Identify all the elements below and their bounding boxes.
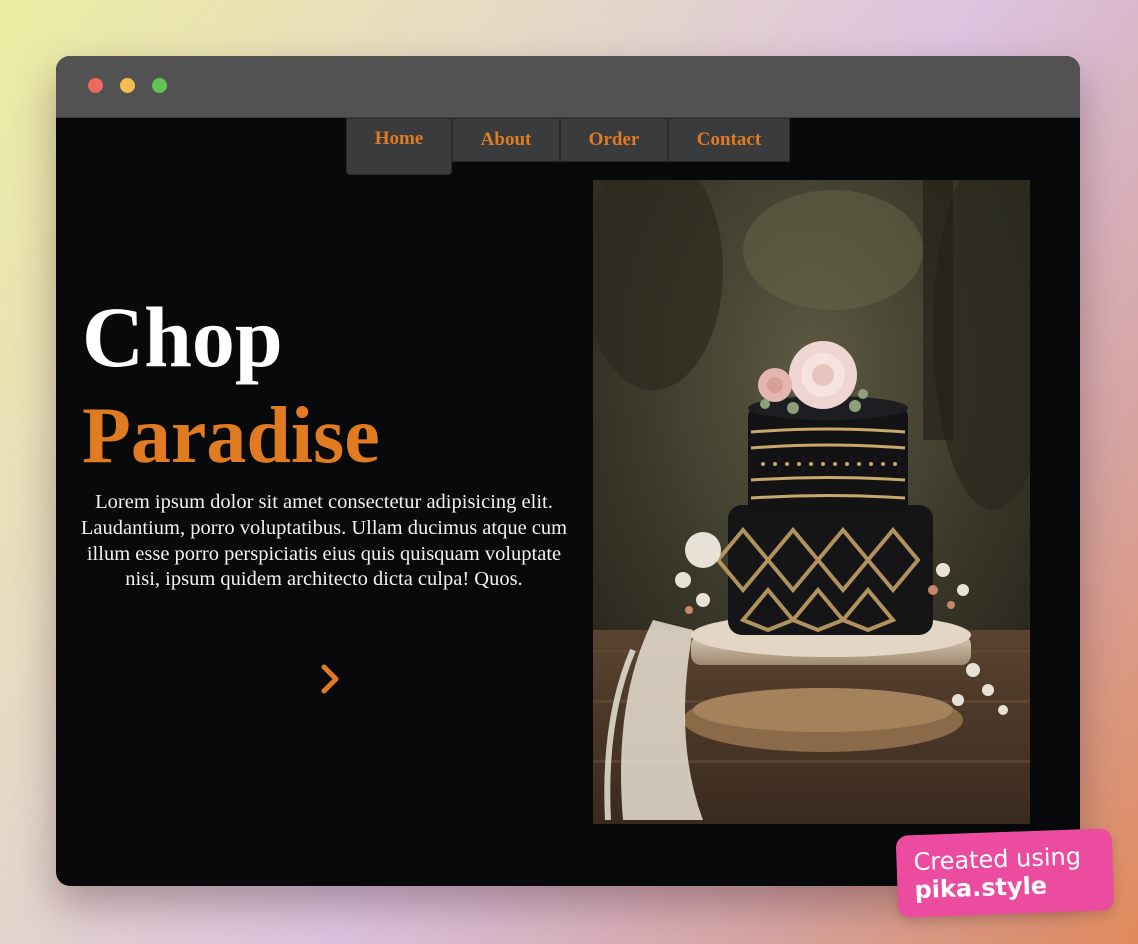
maximize-window-button[interactable] [152,78,167,93]
hero-title-line-1: Chop [82,289,283,385]
nav-item-label: Contact [696,129,762,150]
nav-item-contact[interactable]: Contact [668,118,790,162]
nav-item-label: About [480,129,532,150]
minimize-window-button[interactable] [120,78,135,93]
cake-photo [593,180,1030,824]
hero-title-line-2: Paradise [82,392,380,480]
nav-item-label: Order [588,129,640,150]
nav-item-home[interactable]: Home [346,118,452,175]
nav-item-about[interactable]: About [452,118,560,162]
badge-line-2: pika.style [914,871,1048,905]
nav-item-order[interactable]: Order [560,118,668,162]
title-bar [56,56,1080,118]
close-window-button[interactable] [88,78,103,93]
badge-line-1: Created using [913,842,1082,877]
cake-image [593,180,1030,824]
pika-style-badge[interactable]: Created using pika.style [895,828,1115,918]
nav-item-label: Home [374,128,424,149]
browser-window: Home About Order Contact Chop Paradise L… [56,56,1080,886]
chevron-right-icon [321,664,339,694]
hero-description: Lorem ipsum dolor sit amet consectetur a… [80,491,568,591]
next-button[interactable] [314,662,348,696]
